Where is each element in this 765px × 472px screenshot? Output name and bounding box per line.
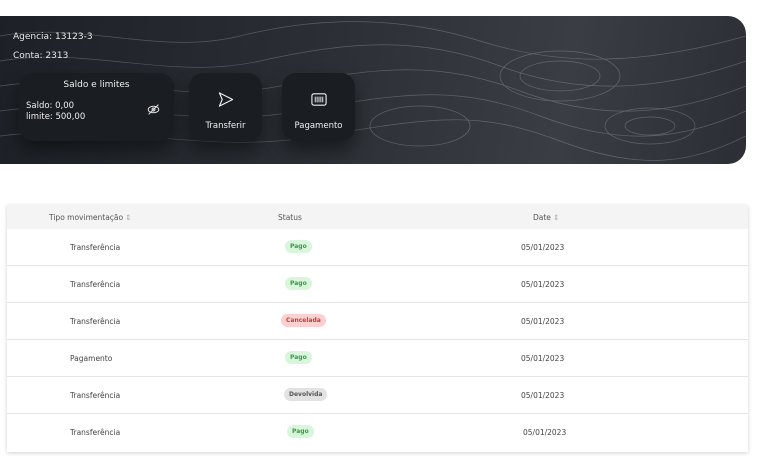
balance-card-title: Saldo e limites (63, 80, 130, 90)
date-cell: 05/01/2023 (521, 280, 565, 289)
balance-card: Saldo e limites Saldo: 0,00 limite: 500,… (19, 73, 174, 141)
eye-off-icon[interactable] (147, 103, 160, 116)
table-row[interactable]: Transferência Pago 05/01/2023 (7, 414, 748, 451)
status-badge: Pago (287, 425, 314, 438)
status-badge: Devolvida (284, 388, 328, 401)
account-banner: Agencia: 13123-3 Conta: 2313 Saldo e lim… (0, 16, 746, 164)
tipo-cell: Transferência (70, 280, 121, 289)
status-badge: Pago (285, 351, 312, 364)
tipo-cell: Transferência (70, 317, 121, 326)
date-cell: 05/01/2023 (521, 243, 565, 252)
date-cell: 05/01/2023 (521, 354, 565, 363)
send-icon (218, 92, 233, 107)
table-row[interactable]: Pagamento Pago 05/01/2023 (7, 340, 748, 377)
date-cell: 05/01/2023 (521, 317, 565, 326)
tipo-cell: Transferência (70, 391, 121, 400)
table-header: Tipo movimentação ⇕ Status Date ⇕ (7, 205, 748, 229)
limite-value: limite: 500,00 (26, 112, 86, 122)
status-badge: Cancelada (281, 314, 326, 327)
transferir-label: Transferir (205, 121, 246, 131)
table-row[interactable]: Transferência Cancelada 05/01/2023 (7, 303, 748, 340)
header-date[interactable]: Date ⇕ (533, 213, 559, 222)
pagamento-button[interactable]: Pagamento (282, 73, 355, 141)
sort-icon[interactable]: ⇕ (553, 213, 559, 222)
saldo-value: Saldo: 0,00 (26, 101, 75, 111)
pagamento-label: Pagamento (294, 121, 343, 131)
transactions-table: Tipo movimentação ⇕ Status Date ⇕ Transfer… (7, 205, 748, 452)
transferir-button[interactable]: Transferir (189, 73, 262, 141)
table-row[interactable]: Transferência Pago 05/01/2023 (7, 266, 748, 303)
table-row[interactable]: Transferência Pago 05/01/2023 (7, 229, 748, 266)
tipo-cell: Transferência (70, 428, 121, 437)
barcode-icon (310, 93, 327, 106)
agencia-label: Agencia: 13123-3 (13, 32, 93, 42)
tipo-cell: Transferência (70, 243, 121, 252)
date-cell: 05/01/2023 (521, 391, 565, 400)
tipo-cell: Pagamento (70, 354, 113, 363)
status-badge: Pago (285, 277, 312, 290)
status-badge: Pago (285, 240, 312, 253)
sort-icon[interactable]: ⇕ (125, 213, 131, 222)
header-status: Status (278, 213, 302, 222)
table-row[interactable]: Transferência Devolvida 05/01/2023 (7, 377, 748, 414)
date-cell: 05/01/2023 (523, 428, 567, 437)
conta-label: Conta: 2313 (13, 51, 69, 61)
header-tipo[interactable]: Tipo movimentação ⇕ (49, 213, 131, 222)
